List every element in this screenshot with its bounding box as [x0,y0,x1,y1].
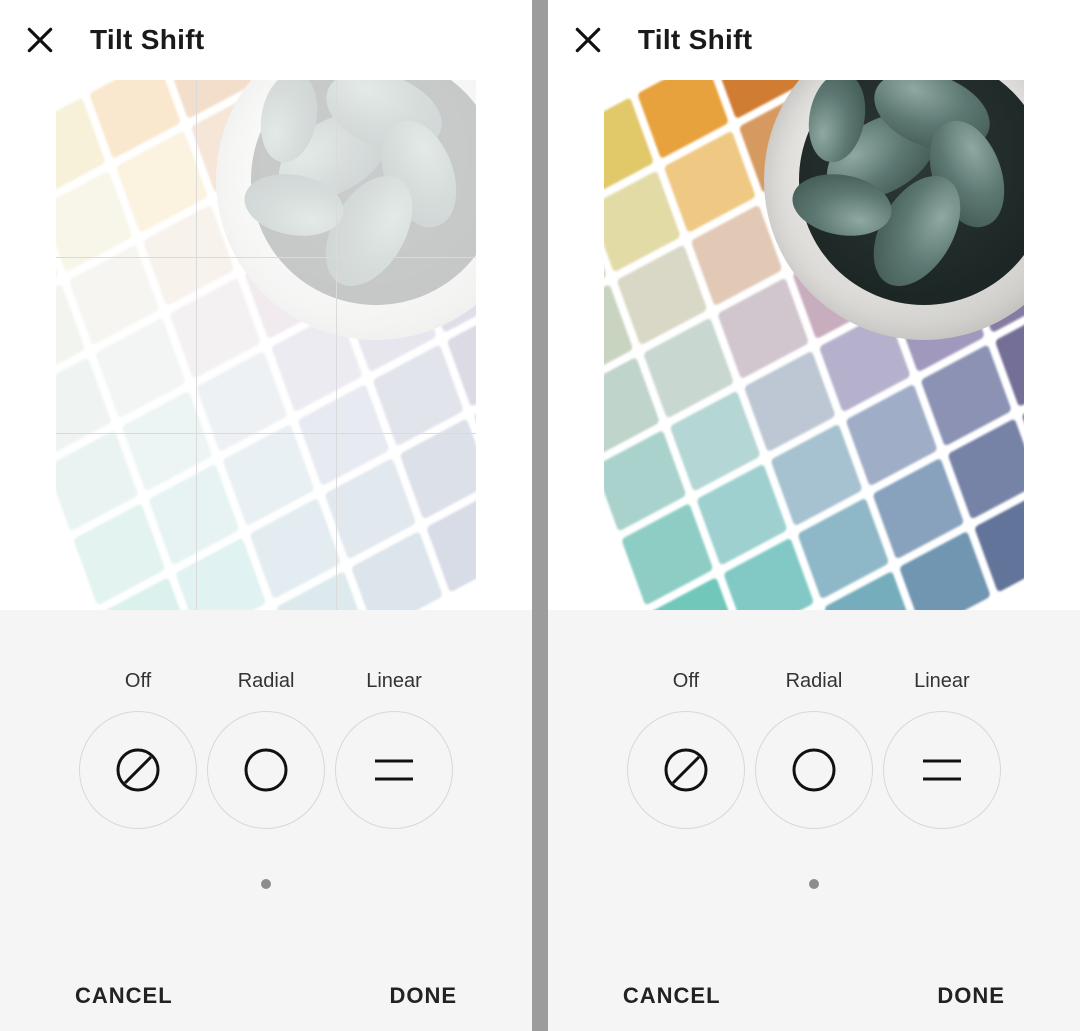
linear-icon [369,745,419,795]
screen-divider [532,0,548,1031]
header: Tilt Shift [548,0,1080,80]
done-button[interactable]: DONE [390,983,458,1009]
option-label: Linear [366,670,422,693]
option-circle [207,711,325,829]
footer-actions: CANCEL DONE [0,983,532,1009]
option-off[interactable]: Off [79,670,197,829]
off-icon [661,745,711,795]
photo-preview[interactable] [604,80,1024,610]
controls-panel: Off Radial Linear [0,610,532,1031]
cancel-button[interactable]: CANCEL [623,983,721,1009]
page-indicator-dot [809,879,819,889]
tilt-shift-options: Off Radial Linear [79,670,453,829]
page-title: Tilt Shift [638,24,752,56]
photo-area [548,80,1080,610]
option-linear[interactable]: Linear [335,670,453,829]
option-circle [335,711,453,829]
photo-plant-pot [764,80,1024,340]
radial-icon [789,745,839,795]
photo-background-tiles [56,80,476,610]
option-circle [79,711,197,829]
option-radial[interactable]: Radial [755,670,873,829]
screen-left: Tilt Shift Off [0,0,532,1031]
option-linear[interactable]: Linear [883,670,1001,829]
page-indicator-dot [261,879,271,889]
option-off[interactable]: Off [627,670,745,829]
rule-of-thirds-grid [56,80,476,610]
footer-actions: CANCEL DONE [548,983,1080,1009]
close-icon [24,24,56,56]
option-label: Off [673,670,699,693]
option-label: Off [125,670,151,693]
photo-plant-pot [216,80,476,340]
photo-area [0,80,532,610]
header: Tilt Shift [0,0,532,80]
cancel-button[interactable]: CANCEL [75,983,173,1009]
option-circle [883,711,1001,829]
option-label: Linear [914,670,970,693]
off-icon [113,745,163,795]
comparison-container: Tilt Shift Off [0,0,1080,1031]
option-label: Radial [786,670,843,693]
radial-icon [241,745,291,795]
option-radial[interactable]: Radial [207,670,325,829]
photo-preview[interactable] [56,80,476,610]
close-button[interactable] [20,20,60,60]
tilt-shift-options: Off Radial Linear [627,670,1001,829]
option-label: Radial [238,670,295,693]
done-button[interactable]: DONE [937,983,1005,1009]
screen-right: Tilt Shift Off [548,0,1080,1031]
close-button[interactable] [568,20,608,60]
option-circle [755,711,873,829]
option-circle [627,711,745,829]
page-title: Tilt Shift [90,24,204,56]
controls-panel: Off Radial Linear [548,610,1080,1031]
close-icon [572,24,604,56]
linear-icon [917,745,967,795]
